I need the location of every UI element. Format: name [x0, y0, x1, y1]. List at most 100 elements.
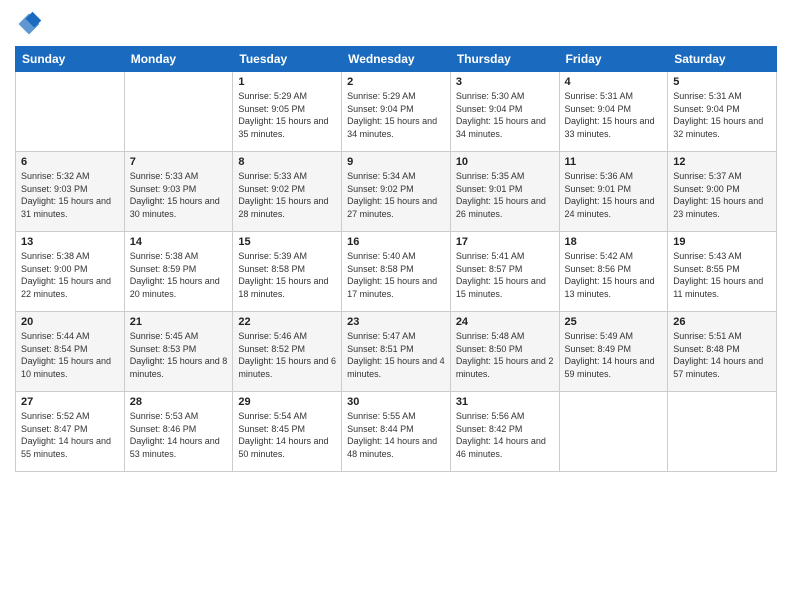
weekday-row: SundayMondayTuesdayWednesdayThursdayFrid… — [16, 47, 777, 72]
day-number: 14 — [130, 236, 228, 248]
day-info: Sunrise: 5:33 AM Sunset: 9:03 PM Dayligh… — [130, 170, 228, 220]
day-info: Sunrise: 5:53 AM Sunset: 8:46 PM Dayligh… — [130, 410, 228, 460]
day-info: Sunrise: 5:41 AM Sunset: 8:57 PM Dayligh… — [456, 250, 554, 300]
calendar-cell — [668, 392, 777, 472]
day-info: Sunrise: 5:43 AM Sunset: 8:55 PM Dayligh… — [673, 250, 771, 300]
day-info: Sunrise: 5:39 AM Sunset: 8:58 PM Dayligh… — [238, 250, 336, 300]
calendar-cell: 27 Sunrise: 5:52 AM Sunset: 8:47 PM Dayli… — [16, 392, 125, 472]
week-row-2: 6 Sunrise: 5:32 AM Sunset: 9:03 PM Daylig… — [16, 152, 777, 232]
day-info: Sunrise: 5:56 AM Sunset: 8:42 PM Dayligh… — [456, 410, 554, 460]
calendar-cell: 25 Sunrise: 5:49 AM Sunset: 8:49 PM Dayli… — [559, 312, 668, 392]
day-info: Sunrise: 5:48 AM Sunset: 8:50 PM Dayligh… — [456, 330, 554, 380]
weekday-wednesday: Wednesday — [342, 47, 451, 72]
weekday-friday: Friday — [559, 47, 668, 72]
day-info: Sunrise: 5:52 AM Sunset: 8:47 PM Dayligh… — [21, 410, 119, 460]
calendar-cell: 10Sunrise: 5:35 AM Sunset: 9:01 PM Dayli… — [450, 152, 559, 232]
calendar-cell: 6 Sunrise: 5:32 AM Sunset: 9:03 PM Daylig… — [16, 152, 125, 232]
calendar-cell: 30Sunrise: 5:55 AM Sunset: 8:44 PM Dayli… — [342, 392, 451, 472]
day-info: Sunrise: 5:54 AM Sunset: 8:45 PM Dayligh… — [238, 410, 336, 460]
calendar-cell: 1 Sunrise: 5:29 AM Sunset: 9:05 PM Daylig… — [233, 72, 342, 152]
weekday-saturday: Saturday — [668, 47, 777, 72]
calendar-cell: 21Sunrise: 5:45 AM Sunset: 8:53 PM Dayli… — [124, 312, 233, 392]
day-number: 10 — [456, 156, 554, 168]
day-number: 22 — [238, 316, 336, 328]
calendar-cell: 16 Sunrise: 5:40 AM Sunset: 8:58 PM Dayli… — [342, 232, 451, 312]
weekday-tuesday: Tuesday — [233, 47, 342, 72]
day-number: 29 — [238, 396, 336, 408]
day-number: 27 — [21, 396, 119, 408]
day-number: 8 — [238, 156, 336, 168]
calendar-cell: 5Sunrise: 5:31 AM Sunset: 9:04 PM Daylig… — [668, 72, 777, 152]
logo-icon — [15, 10, 43, 38]
day-number: 15 — [238, 236, 336, 248]
day-number: 28 — [130, 396, 228, 408]
day-number: 16 — [347, 236, 445, 248]
day-number: 18 — [565, 236, 663, 248]
calendar-cell: 15 Sunrise: 5:39 AM Sunset: 8:58 PM Dayli… — [233, 232, 342, 312]
day-info: Sunrise: 5:51 AM Sunset: 8:48 PM Dayligh… — [673, 330, 771, 380]
day-number: 21 — [130, 316, 228, 328]
day-number: 26 — [673, 316, 771, 328]
day-info: Sunrise: 5:42 AM Sunset: 8:56 PM Dayligh… — [565, 250, 663, 300]
calendar-cell: 9Sunrise: 5:34 AM Sunset: 9:02 PM Daylig… — [342, 152, 451, 232]
day-number: 2 — [347, 76, 445, 88]
week-row-4: 20 Sunrise: 5:44 AM Sunset: 8:54 PM Dayli… — [16, 312, 777, 392]
week-row-3: 13Sunrise: 5:38 AM Sunset: 9:00 PM Dayli… — [16, 232, 777, 312]
day-info: Sunrise: 5:49 AM Sunset: 8:49 PM Dayligh… — [565, 330, 663, 380]
calendar-cell: 22 Sunrise: 5:46 AM Sunset: 8:52 PM Dayli… — [233, 312, 342, 392]
calendar-cell: 24 Sunrise: 5:48 AM Sunset: 8:50 PM Dayli… — [450, 312, 559, 392]
weekday-thursday: Thursday — [450, 47, 559, 72]
calendar-cell: 11 Sunrise: 5:36 AM Sunset: 9:01 PM Dayli… — [559, 152, 668, 232]
calendar-cell — [559, 392, 668, 472]
calendar-cell: 3 Sunrise: 5:30 AM Sunset: 9:04 PM Daylig… — [450, 72, 559, 152]
calendar-cell: 14 Sunrise: 5:38 AM Sunset: 8:59 PM Dayli… — [124, 232, 233, 312]
day-number: 4 — [565, 76, 663, 88]
day-info: Sunrise: 5:38 AM Sunset: 9:00 PM Dayligh… — [21, 250, 119, 300]
logo — [15, 10, 47, 38]
calendar-cell: 28 Sunrise: 5:53 AM Sunset: 8:46 PM Dayli… — [124, 392, 233, 472]
calendar-cell: 31 Sunrise: 5:56 AM Sunset: 8:42 PM Dayli… — [450, 392, 559, 472]
day-number: 11 — [565, 156, 663, 168]
day-number: 20 — [21, 316, 119, 328]
day-number: 12 — [673, 156, 771, 168]
day-number: 24 — [456, 316, 554, 328]
calendar-body: 1 Sunrise: 5:29 AM Sunset: 9:05 PM Daylig… — [16, 72, 777, 472]
day-number: 31 — [456, 396, 554, 408]
day-info: Sunrise: 5:36 AM Sunset: 9:01 PM Dayligh… — [565, 170, 663, 220]
day-info: Sunrise: 5:46 AM Sunset: 8:52 PM Dayligh… — [238, 330, 336, 380]
day-info: Sunrise: 5:30 AM Sunset: 9:04 PM Dayligh… — [456, 90, 554, 140]
calendar-cell: 7Sunrise: 5:33 AM Sunset: 9:03 PM Daylig… — [124, 152, 233, 232]
calendar-cell: 18 Sunrise: 5:42 AM Sunset: 8:56 PM Dayli… — [559, 232, 668, 312]
calendar-cell: 2 Sunrise: 5:29 AM Sunset: 9:04 PM Daylig… — [342, 72, 451, 152]
weekday-sunday: Sunday — [16, 47, 125, 72]
day-info: Sunrise: 5:29 AM Sunset: 9:04 PM Dayligh… — [347, 90, 445, 140]
day-number: 23 — [347, 316, 445, 328]
day-number: 6 — [21, 156, 119, 168]
day-info: Sunrise: 5:44 AM Sunset: 8:54 PM Dayligh… — [21, 330, 119, 380]
calendar-cell: 13Sunrise: 5:38 AM Sunset: 9:00 PM Dayli… — [16, 232, 125, 312]
week-row-5: 27 Sunrise: 5:52 AM Sunset: 8:47 PM Dayli… — [16, 392, 777, 472]
calendar-cell: 17 Sunrise: 5:41 AM Sunset: 8:57 PM Dayli… — [450, 232, 559, 312]
calendar-cell: 19 Sunrise: 5:43 AM Sunset: 8:55 PM Dayli… — [668, 232, 777, 312]
calendar-cell: 26 Sunrise: 5:51 AM Sunset: 8:48 PM Dayli… — [668, 312, 777, 392]
day-info: Sunrise: 5:38 AM Sunset: 8:59 PM Dayligh… — [130, 250, 228, 300]
day-info: Sunrise: 5:47 AM Sunset: 8:51 PM Dayligh… — [347, 330, 445, 380]
day-info: Sunrise: 5:31 AM Sunset: 9:04 PM Dayligh… — [673, 90, 771, 140]
calendar-header: SundayMondayTuesdayWednesdayThursdayFrid… — [16, 47, 777, 72]
day-info: Sunrise: 5:31 AM Sunset: 9:04 PM Dayligh… — [565, 90, 663, 140]
day-number: 17 — [456, 236, 554, 248]
day-number: 3 — [456, 76, 554, 88]
weekday-monday: Monday — [124, 47, 233, 72]
day-number: 25 — [565, 316, 663, 328]
day-number: 1 — [238, 76, 336, 88]
page-header — [15, 10, 777, 38]
day-number: 19 — [673, 236, 771, 248]
day-info: Sunrise: 5:34 AM Sunset: 9:02 PM Dayligh… — [347, 170, 445, 220]
day-info: Sunrise: 5:29 AM Sunset: 9:05 PM Dayligh… — [238, 90, 336, 140]
calendar-cell — [16, 72, 125, 152]
calendar-cell: 12Sunrise: 5:37 AM Sunset: 9:00 PM Dayli… — [668, 152, 777, 232]
day-info: Sunrise: 5:40 AM Sunset: 8:58 PM Dayligh… — [347, 250, 445, 300]
calendar-cell: 4 Sunrise: 5:31 AM Sunset: 9:04 PM Daylig… — [559, 72, 668, 152]
calendar-cell: 20 Sunrise: 5:44 AM Sunset: 8:54 PM Dayli… — [16, 312, 125, 392]
day-info: Sunrise: 5:32 AM Sunset: 9:03 PM Dayligh… — [21, 170, 119, 220]
